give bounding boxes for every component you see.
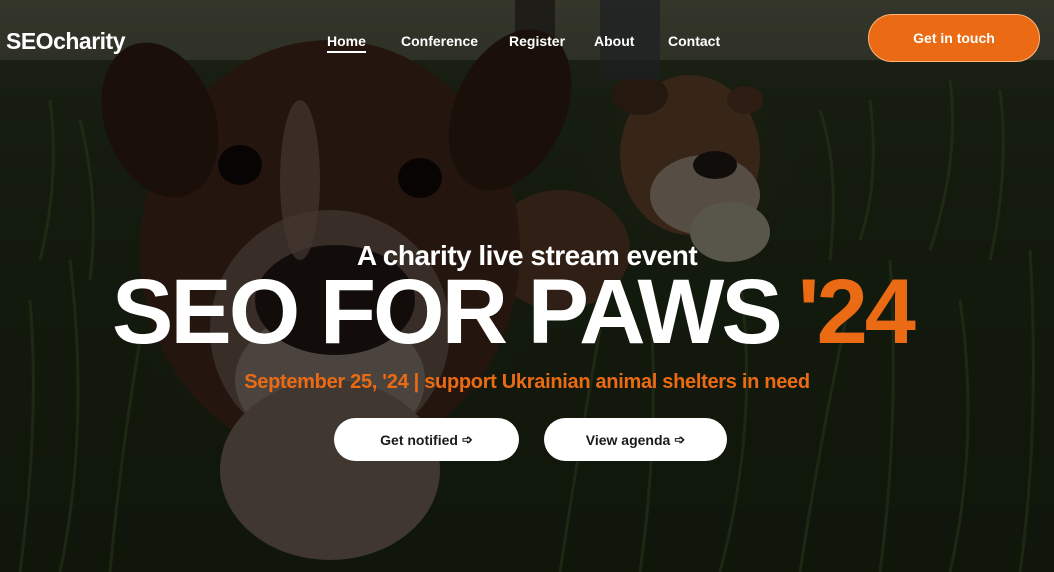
hero-subtitle: September 25, '24 | support Ukrainian an…: [244, 371, 810, 393]
nav-item-conference[interactable]: Conference: [401, 33, 478, 49]
hero-title-main: SEO FOR PAWS: [112, 261, 783, 363]
nav-item-register[interactable]: Register: [509, 33, 565, 49]
nav-item-home[interactable]: Home: [327, 33, 366, 53]
view-agenda-button[interactable]: View agenda ➩: [544, 418, 727, 461]
nav-item-contact[interactable]: Contact: [668, 33, 720, 49]
get-notified-label: Get notified: [380, 431, 458, 448]
site-logo[interactable]: SEOcharity: [6, 28, 126, 55]
arrow-right-icon: ➩: [461, 431, 473, 447]
get-in-touch-button[interactable]: Get in touch: [868, 14, 1040, 62]
nav-item-about[interactable]: About: [594, 33, 634, 49]
arrow-right-icon: ➩: [674, 431, 686, 447]
hero-title: SEO FOR PAWS '24: [112, 266, 916, 358]
get-notified-button[interactable]: Get notified ➩: [334, 418, 519, 461]
view-agenda-label: View agenda: [585, 431, 671, 448]
hero-title-year: '24: [797, 261, 916, 363]
